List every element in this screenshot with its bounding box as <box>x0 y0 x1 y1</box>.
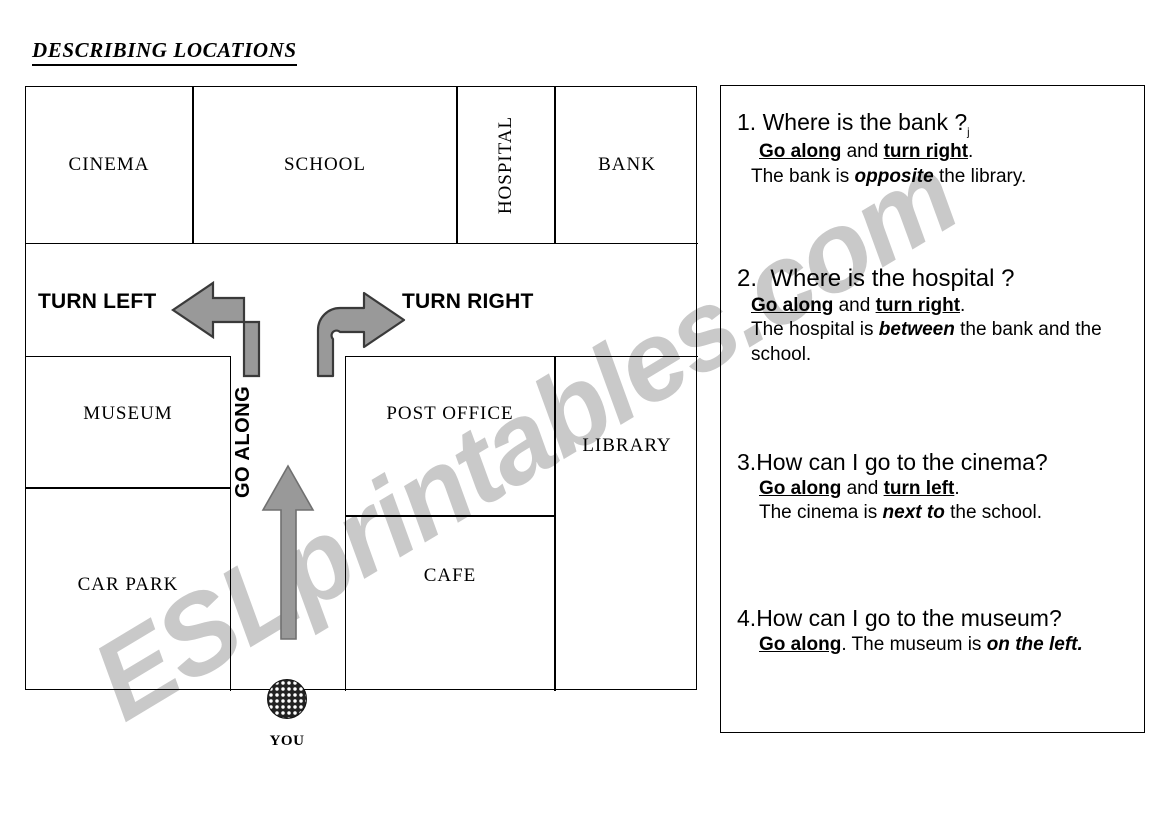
answer-3-period: . <box>954 477 960 499</box>
question-4-text: How can I go to the museum? <box>756 605 1062 631</box>
answer-2-preposition: between <box>878 319 955 341</box>
map-block-hospital: HOSPITAL <box>457 87 555 244</box>
answer-1-post: the library. <box>933 165 1027 187</box>
map-label-post-office: POST OFFICE <box>386 403 514 424</box>
map-label-car-park: CAR PARK <box>77 574 179 595</box>
answer-2-go-along: Go along <box>751 295 834 316</box>
you-position-marker <box>267 679 307 719</box>
answer-2-conjunction: and <box>833 295 876 316</box>
question-item-4: 4.How can I go to the museum? Go along. … <box>737 604 1137 657</box>
answer-2-pre: The hospital is <box>751 319 879 341</box>
question-4-answer: Go along. The museum is on the left. <box>737 633 1137 657</box>
map-diagram: CINEMA SCHOOL HOSPITAL BANK MUSEUM CAR P… <box>25 86 698 691</box>
answer-1-period: . <box>968 141 974 163</box>
answer-3-conjunction: and <box>841 477 884 499</box>
map-label-school: SCHOOL <box>283 154 366 175</box>
question-item-3: 3.How can I go to the cinema? Go along a… <box>737 448 1137 525</box>
answer-1-conjunction: and <box>841 141 884 163</box>
map-block-library: LIBRARY <box>555 356 698 691</box>
map-label-bank: BANK <box>598 154 656 175</box>
question-3-text: How can I go to the cinema? <box>756 449 1048 475</box>
question-item-2: 2. Where is the hospital ? Go along and … <box>737 264 1137 367</box>
map-block-cinema: CINEMA <box>26 87 193 244</box>
answer-3-turn: turn left <box>883 477 955 499</box>
answer-3-preposition: next to <box>882 502 945 524</box>
question-item-1: 1. Where is the bank ?j Go along and tur… <box>737 108 1137 189</box>
question-1-answer-line-1: Go along and turn right. <box>737 140 1137 164</box>
question-4-number: 4. <box>737 605 757 631</box>
question-1-suffix: j <box>967 126 970 139</box>
map-block-post-office: POST OFFICE <box>345 356 555 516</box>
map-block-school: SCHOOL <box>193 87 457 244</box>
you-label: YOU <box>269 733 305 749</box>
map-block-car-park: CAR PARK <box>26 488 231 691</box>
answer-2-turn: turn right <box>875 295 961 316</box>
answer-2-period: . <box>960 295 966 316</box>
question-3-answer-line-1: Go along and turn left. <box>737 477 1137 501</box>
turn-left-label: TURN LEFT <box>38 290 157 313</box>
question-3-heading: 3.How can I go to the cinema? <box>737 448 1137 477</box>
question-3-answer-line-2: The cinema is next to the school. <box>737 501 1137 525</box>
answer-1-pre: The bank is <box>751 165 855 187</box>
worksheet-page: ESLprintables.com DESCRIBING LOCATIONS C… <box>0 0 1169 821</box>
map-label-library: LIBRARY <box>582 435 672 456</box>
questions-panel: 1. Where is the bank ?j Go along and tur… <box>720 85 1145 733</box>
question-2-heading: 2. Where is the hospital ? <box>737 264 1137 294</box>
turn-right-label: TURN RIGHT <box>402 290 534 313</box>
answer-3-go-along: Go along <box>759 477 842 499</box>
question-1-number: 1. <box>737 109 757 135</box>
question-1-heading: 1. Where is the bank ?j <box>737 108 1137 140</box>
map-block-museum: MUSEUM <box>26 356 231 488</box>
answer-1-turn: turn right <box>883 141 969 163</box>
answer-4-go-along: Go along <box>759 633 842 655</box>
map-label-hospital: HOSPITAL <box>495 115 517 215</box>
answer-3-pre: The cinema is <box>759 502 883 524</box>
go-along-label: GO ALONG <box>232 385 254 498</box>
map-label-museum: MUSEUM <box>83 403 173 424</box>
page-title: DESCRIBING LOCATIONS <box>32 38 297 66</box>
answer-3-post: the school. <box>944 502 1042 524</box>
question-3-number: 3. <box>737 449 757 475</box>
map-label-cafe: CAFE <box>423 565 477 586</box>
question-2-number: 2. <box>737 265 758 292</box>
question-2-answer-line-1: Go along and turn right. <box>737 294 1137 318</box>
map-block-bank: BANK <box>555 87 698 244</box>
question-1-text: Where is the bank ? <box>762 109 968 135</box>
question-4-heading: 4.How can I go to the museum? <box>737 604 1137 633</box>
answer-1-go-along: Go along <box>759 141 842 163</box>
map-block-cafe: CAFE <box>345 516 555 691</box>
question-2-text: Where is the hospital ? <box>770 265 1015 292</box>
question-1-answer-line-2: The bank is opposite the library. <box>737 165 1137 189</box>
answer-1-preposition: opposite <box>854 165 934 187</box>
answer-4-preposition: on the left. <box>986 633 1083 655</box>
map-label-cinema: CINEMA <box>68 154 150 175</box>
question-2-answer-line-2: The hospital is between the bank and the… <box>737 318 1137 367</box>
answer-4-pre: The museum is <box>846 633 987 655</box>
